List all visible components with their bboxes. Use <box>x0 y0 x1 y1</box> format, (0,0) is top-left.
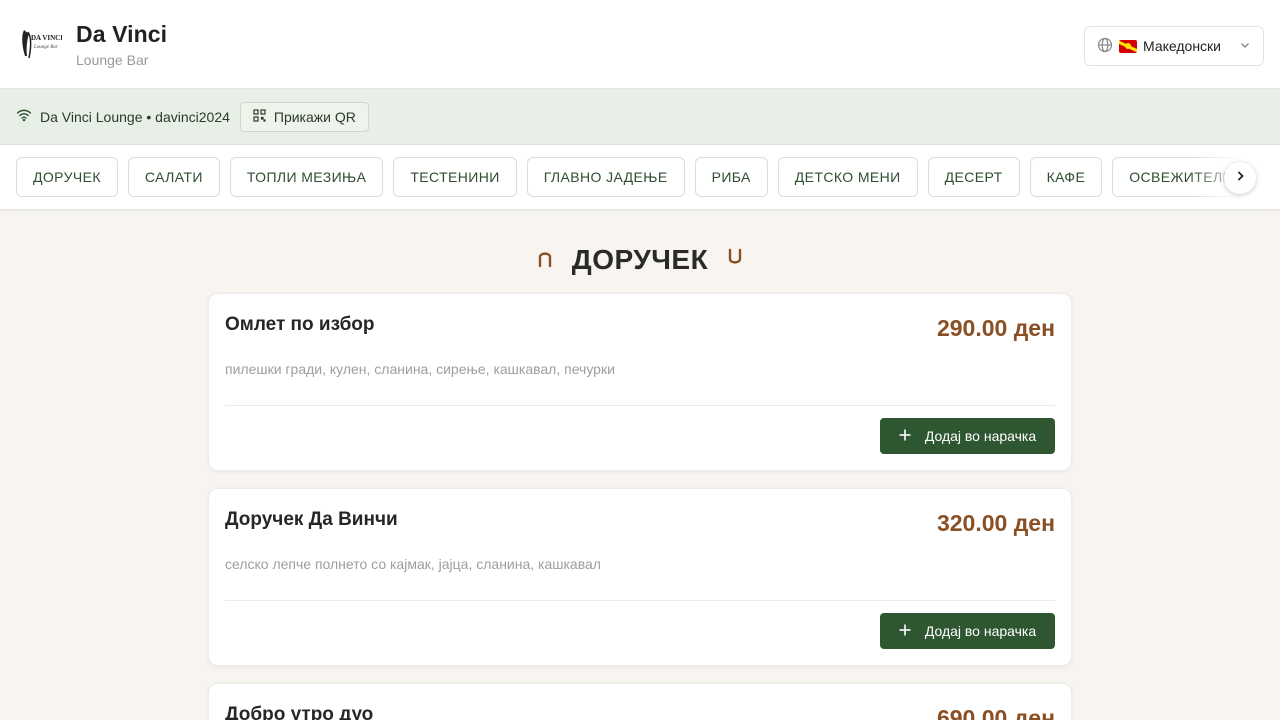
menu-item-card: Доручек Да Винчи 320.00 ден селско лепче… <box>208 488 1072 666</box>
logo-text: DA VINCI <box>31 34 62 42</box>
horseshoe-icon <box>536 247 554 274</box>
category-tab[interactable]: ДЕТСКО МЕНИ <box>777 157 918 197</box>
dish-name: Омлет по избор <box>225 314 375 335</box>
category-tab[interactable]: ДЕСЕРТ <box>927 157 1020 197</box>
section-heading: ДОРУЧЕК <box>571 244 709 275</box>
divider <box>225 405 1055 406</box>
add-to-order-label: Додај во нарачка <box>924 428 1037 444</box>
dish-name: Добро утро дуо <box>225 704 374 720</box>
dish-price: 320.00 ден <box>936 510 1055 536</box>
category-tab[interactable]: РИБА <box>694 157 768 197</box>
brand-subtitle: Lounge Bar <box>76 51 149 68</box>
dish-price: 690.00 ден <box>936 705 1055 720</box>
dish-price: 290.00 ден <box>936 315 1055 341</box>
show-qr-label: Прикажи QR <box>273 108 356 125</box>
divider <box>225 600 1055 601</box>
globe-icon <box>1097 37 1113 56</box>
section-title: ДОРУЧЕК <box>0 243 1280 277</box>
logo[interactable]: DA VINCI Lounge Bar <box>18 26 62 62</box>
chevron-down-icon <box>1239 38 1251 54</box>
brand-name: Da Vinci <box>76 20 168 47</box>
category-tab[interactable]: ДОРУЧЕК <box>16 157 118 197</box>
category-tab[interactable]: ГЛАВНО ЈАДЕЊЕ <box>526 157 685 197</box>
chevron-right-icon <box>1234 169 1246 187</box>
show-qr-button[interactable]: Прикажи QR <box>239 101 369 132</box>
wifi-icon <box>16 107 32 126</box>
add-to-order-button[interactable]: Додај во нарачка <box>880 613 1055 649</box>
category-tab[interactable]: КАФЕ <box>1029 157 1103 197</box>
menu-item-card: Омлет по избор 290.00 ден пилешки гради,… <box>208 293 1072 471</box>
category-tab[interactable]: ТОПЛИ МЕЗИЊА <box>229 157 384 197</box>
wifi-bar: Da Vinci Lounge • davinci2024 Прикажи QR <box>0 89 1280 145</box>
category-tab[interactable]: ТЕСТЕНИНИ <box>393 157 517 197</box>
language-label: Македонски <box>1143 38 1221 54</box>
add-to-order-label: Додај во нарачка <box>924 623 1037 639</box>
menu-item-card: Добро утро дуо 690.00 ден <box>208 683 1072 720</box>
add-to-order-button[interactable]: Додај во нарачка <box>880 418 1055 454</box>
category-tab[interactable]: САЛАТИ <box>127 157 220 197</box>
scroll-right-button[interactable] <box>1224 162 1256 194</box>
plus-icon <box>899 428 911 444</box>
dish-description: селско лепче полнето со кајмак, јајца, с… <box>225 556 601 572</box>
mk-flag-icon <box>1119 39 1137 53</box>
plus-icon <box>899 623 911 639</box>
qr-code-icon <box>253 108 266 125</box>
menu-list: Омлет по избор 290.00 ден пилешки гради,… <box>208 293 1072 720</box>
dish-name: Доручек Да Винчи <box>225 509 398 530</box>
wifi-credentials: Da Vinci Lounge • davinci2024 <box>40 108 230 125</box>
language-select[interactable]: Македонски <box>1084 26 1264 66</box>
dish-description: пилешки гради, кулен, сланина, сирење, к… <box>225 361 615 377</box>
horseshoe-icon <box>726 247 744 274</box>
brand-block: Da Vinci Lounge Bar <box>76 21 167 68</box>
category-bar: ДОРУЧЕК САЛАТИ ТОПЛИ МЕЗИЊА ТЕСТЕНИНИ ГЛ… <box>0 145 1280 210</box>
header: DA VINCI Lounge Bar Da Vinci Lounge Bar … <box>0 0 1280 89</box>
logo-script: Lounge Bar <box>33 45 58 50</box>
